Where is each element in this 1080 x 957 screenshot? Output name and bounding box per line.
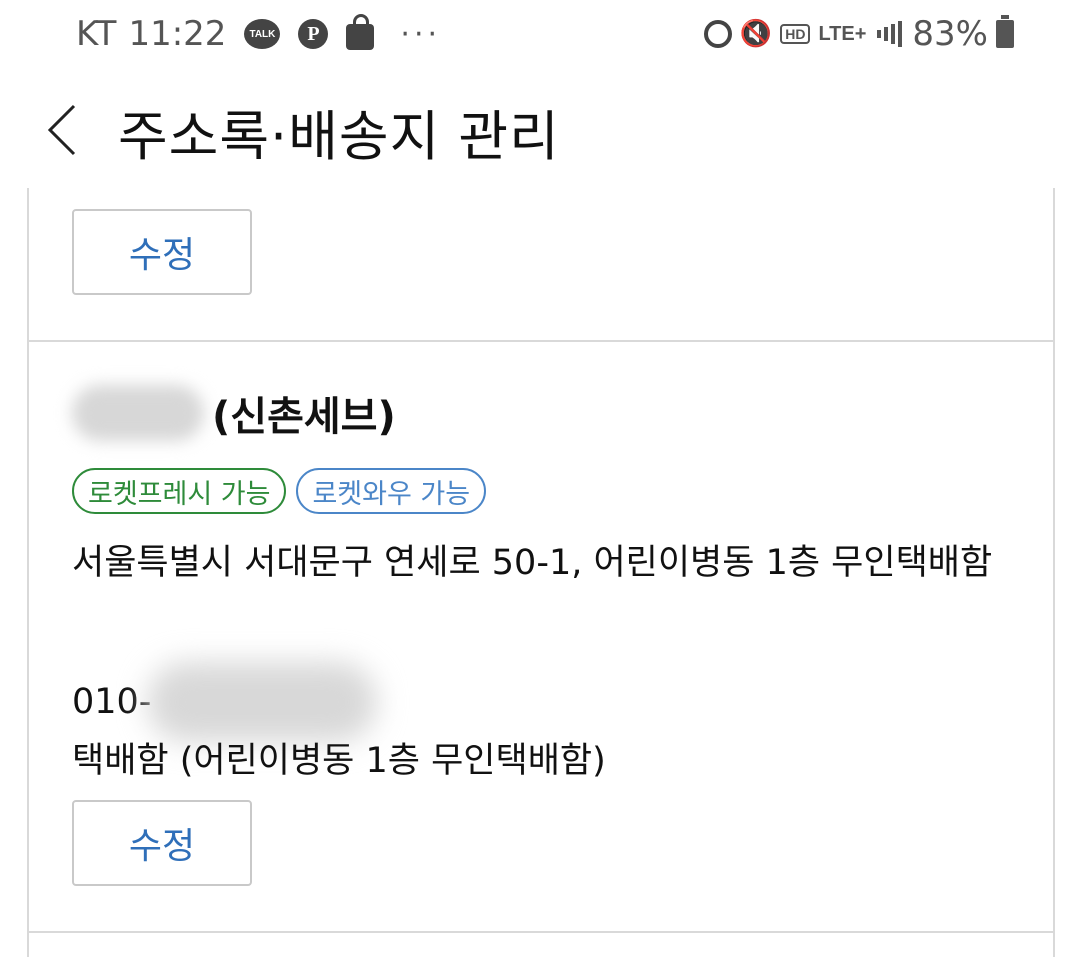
more-notifications-icon: ··· — [400, 16, 442, 52]
status-bar-left: KT 11:22 TALK P ··· — [76, 12, 441, 56]
divider — [29, 931, 1053, 933]
carrier-label: KT — [76, 14, 117, 54]
redacted-name — [72, 385, 204, 441]
hd-voice-icon: HD — [780, 24, 811, 44]
address-text: 서울특별시 서대문구 연세로 50-1, 어린이병동 1층 무인택배함 — [72, 543, 993, 583]
status-bar: KT 11:22 TALK P ··· 🔇 HD LTE+ 83% — [0, 0, 1080, 70]
signal-icon — [874, 21, 903, 47]
app-bar: 주소록·배송지 관리 — [0, 80, 1080, 180]
phone-number: 010- — [72, 662, 378, 742]
shopping-bag-icon — [346, 14, 375, 50]
address-list: 수정 (신촌세브) 로켓프레시 가능 로켓와우 가능 서울특별시 서대문구 연세… — [27, 188, 1055, 957]
pinterest-notification-icon: P — [298, 19, 329, 49]
clock: 11:22 — [128, 14, 227, 54]
recipient-name-suffix: (신촌세브) — [212, 394, 396, 440]
rocket-fresh-badge: 로켓프레시 가능 — [72, 468, 287, 514]
delivery-tags: 로켓프레시 가능 로켓와우 가능 — [72, 468, 496, 514]
delivery-memo: 택배함 (어린이병동 1층 무인택배함) — [72, 741, 606, 781]
alarm-icon — [703, 20, 732, 48]
divider — [29, 340, 1053, 342]
battery-icon — [996, 15, 1014, 48]
mute-icon: 🔇 — [739, 19, 773, 49]
status-bar-right: 🔇 HD LTE+ 83% — [696, 12, 1014, 56]
pin-label: P — [298, 19, 329, 49]
redacted-phone — [147, 662, 378, 742]
edit-button-previous[interactable]: 수정 — [72, 209, 252, 295]
edit-button[interactable]: 수정 — [72, 800, 252, 886]
kakaotalk-notification-icon: TALK — [244, 19, 281, 49]
phone-prefix: 010- — [72, 682, 152, 722]
rocket-wow-badge: 로켓와우 가능 — [296, 468, 487, 514]
network-type-label: LTE+ — [818, 22, 867, 45]
recipient-name: (신촌세브) — [72, 384, 396, 442]
talk-label: TALK — [244, 19, 281, 49]
back-button[interactable] — [40, 100, 90, 160]
page-title: 주소록·배송지 관리 — [118, 105, 560, 168]
chevron-left-icon — [47, 104, 76, 156]
battery-percent: 83% — [912, 14, 988, 54]
